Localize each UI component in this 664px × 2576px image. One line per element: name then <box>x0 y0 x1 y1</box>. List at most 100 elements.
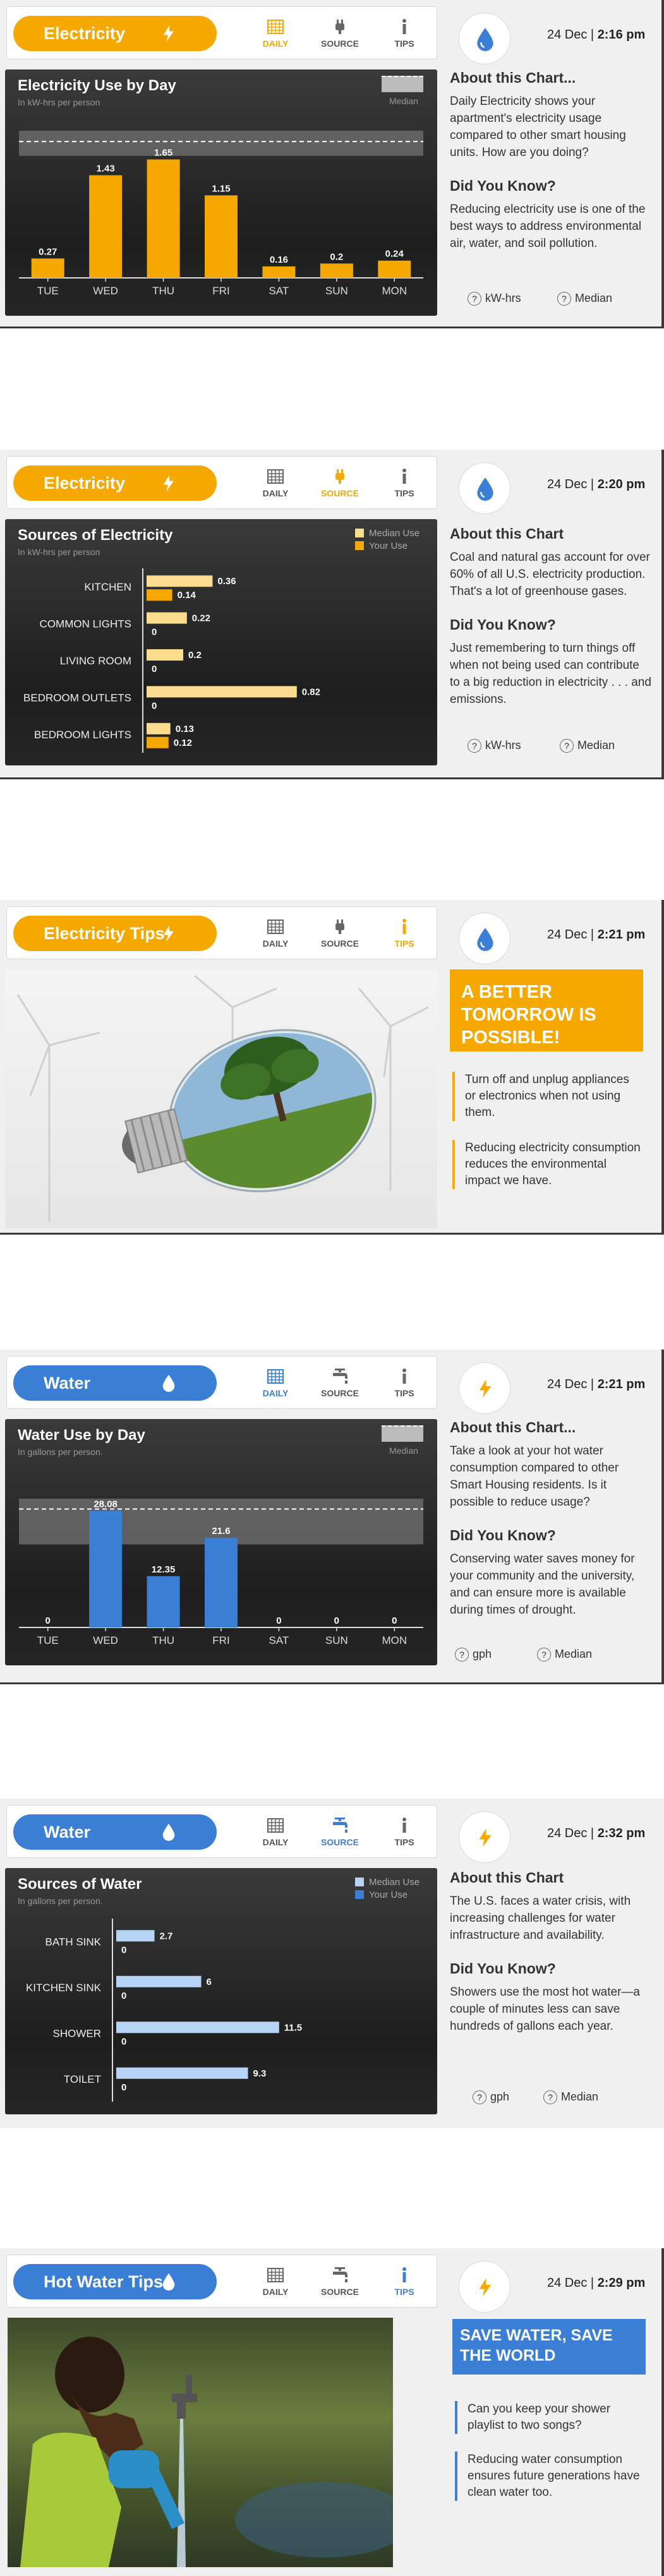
category-label: KITCHEN SINK <box>26 1982 102 1994</box>
question-icon: ? <box>473 2090 486 2105</box>
category-label: BEDROOM LIGHTS <box>34 729 131 741</box>
help-median-label: Median <box>575 292 613 304</box>
tab-source[interactable]: SOURCE <box>311 1811 368 1855</box>
lightning-icon <box>479 1379 492 1398</box>
edge <box>661 0 664 328</box>
edge <box>0 326 664 328</box>
tab-source[interactable]: SOURCE <box>311 462 368 506</box>
data-label: 0 <box>121 1944 126 1955</box>
tab-tips[interactable]: TIPS <box>376 12 433 56</box>
faucet-icon <box>333 1369 347 1384</box>
plug-icon <box>335 469 344 484</box>
help-median[interactable]: ? Median <box>543 2090 598 2105</box>
switch-to-water-button[interactable] <box>459 13 510 64</box>
question-icon: ? <box>468 739 481 753</box>
switch-to-electricity-button[interactable] <box>459 2261 510 2313</box>
help-median[interactable]: ? Median <box>537 1648 592 1662</box>
help-median[interactable]: ? Median <box>560 739 615 753</box>
data-label: 1.65 <box>154 148 172 159</box>
top-bar: Water DAILY SOURCE TIPS <box>6 1356 437 1409</box>
tab-daily[interactable]: DAILY <box>247 2260 304 2304</box>
lightning-icon <box>163 25 174 42</box>
category-label: BEDROOM OUTLETS <box>23 692 131 704</box>
date-time: 24 Dec | 2:20 pm <box>547 477 645 492</box>
tab-tips[interactable]: TIPS <box>376 2260 433 2304</box>
tab-source[interactable]: SOURCE <box>311 1362 368 1406</box>
data-label: 0.14 <box>178 590 196 601</box>
mode-pill[interactable]: Electricity <box>13 465 217 501</box>
headline: A BETTER TOMORROW IS POSSIBLE! <box>461 982 596 1048</box>
tab-daily[interactable]: DAILY <box>247 912 304 956</box>
data-label: 28.08 <box>94 1499 118 1509</box>
tab-daily-label: DAILY <box>262 938 289 949</box>
data-label: 0.2 <box>188 650 202 661</box>
mode-title: Hot Water Tips <box>44 2272 164 2291</box>
tip-2: Reducing water consumption ensures futur… <box>455 2452 644 2501</box>
top-bar: Electricity DAILY SOURCE TIPS <box>6 6 437 59</box>
switch-to-electricity-button[interactable] <box>459 1811 510 1863</box>
data-label: 0.16 <box>270 255 288 265</box>
category-label: BATH SINK <box>45 1936 102 1948</box>
bar <box>205 195 238 278</box>
help-median[interactable]: ? Median <box>557 292 612 306</box>
switch-to-water-button[interactable] <box>459 913 510 964</box>
mode-pill[interactable]: Water <box>13 1814 217 1850</box>
bar <box>378 260 411 278</box>
data-label: 0 <box>121 2082 126 2093</box>
mode-pill[interactable]: Electricity Tips <box>13 916 217 951</box>
date-day: 24 Dec | <box>547 1826 595 1840</box>
switch-to-water-button[interactable] <box>459 462 510 514</box>
child-at-tap-illustration <box>20 2337 393 2567</box>
bar <box>147 612 187 624</box>
tab-source[interactable]: SOURCE <box>311 12 368 56</box>
about-title: About this Chart <box>450 525 564 542</box>
tab-tips[interactable]: TIPS <box>376 912 433 956</box>
mode-pill[interactable]: Electricity <box>13 16 217 51</box>
date-day: 24 Dec | <box>547 928 595 942</box>
tab-daily-label: DAILY <box>262 1837 289 1847</box>
mode-pill[interactable]: Water <box>13 1365 217 1401</box>
tab-daily[interactable]: DAILY <box>247 462 304 506</box>
tab-tips[interactable]: TIPS <box>376 462 433 506</box>
edge <box>661 900 664 1235</box>
help-gph-label: gph <box>490 2090 510 2103</box>
lightning-icon <box>163 475 174 491</box>
mode-title: Electricity <box>44 24 126 43</box>
tip-2-text: Reducing electricity consumption reduces… <box>465 1141 641 1187</box>
bar <box>147 736 169 748</box>
data-label: 0.2 <box>330 251 343 262</box>
switch-to-electricity-button[interactable] <box>459 1362 510 1414</box>
help-gph[interactable]: ? gph <box>473 2090 510 2105</box>
tab-daily[interactable]: DAILY <box>247 12 304 56</box>
help-kwh[interactable]: ? kW-hrs <box>468 292 521 306</box>
water-source-bar-chart: BATH SINK 2.7 0 KITCHEN SINK 6 0 SHOWER 11.5 0 TO… <box>26 1919 302 2102</box>
tab-source[interactable]: SOURCE <box>311 912 368 956</box>
tab-daily[interactable]: DAILY <box>247 1811 304 1855</box>
tab-tips[interactable]: TIPS <box>376 1811 433 1855</box>
data-label: 0.36 <box>217 576 236 587</box>
tab-source-label: SOURCE <box>321 1388 359 1398</box>
data-label: 0.22 <box>192 613 210 624</box>
calendar-icon <box>267 920 284 934</box>
data-label: 0 <box>152 627 157 638</box>
tab-tips-label: TIPS <box>394 938 414 949</box>
help-gph[interactable]: ? gph <box>455 1648 492 1662</box>
help-median-label: Median <box>577 739 615 752</box>
data-label: 2.7 <box>160 1931 173 1941</box>
bar <box>205 1537 238 1627</box>
question-icon: ? <box>543 2090 557 2105</box>
help-kwh[interactable]: ? kW-hrs <box>468 739 521 753</box>
bar <box>31 258 64 278</box>
bar <box>116 1975 202 1987</box>
tab-daily[interactable]: DAILY <box>247 1362 304 1406</box>
date-day: 24 Dec | <box>547 28 595 42</box>
mode-title: Electricity <box>44 474 126 493</box>
data-label: 11.5 <box>284 2022 302 2033</box>
top-bar: Electricity DAILY SOURCE TIPS <box>6 456 437 509</box>
tab-daily-label: DAILY <box>262 488 289 498</box>
mode-pill[interactable]: Hot Water Tips <box>13 2264 217 2299</box>
tab-tips[interactable]: TIPS <box>376 1362 433 1406</box>
info-panel: About this Chart Coal and natural gas ac… <box>450 525 652 724</box>
tab-source[interactable]: SOURCE <box>311 2260 368 2304</box>
did-you-know-text: Reducing electricity use is one of the b… <box>450 203 646 250</box>
